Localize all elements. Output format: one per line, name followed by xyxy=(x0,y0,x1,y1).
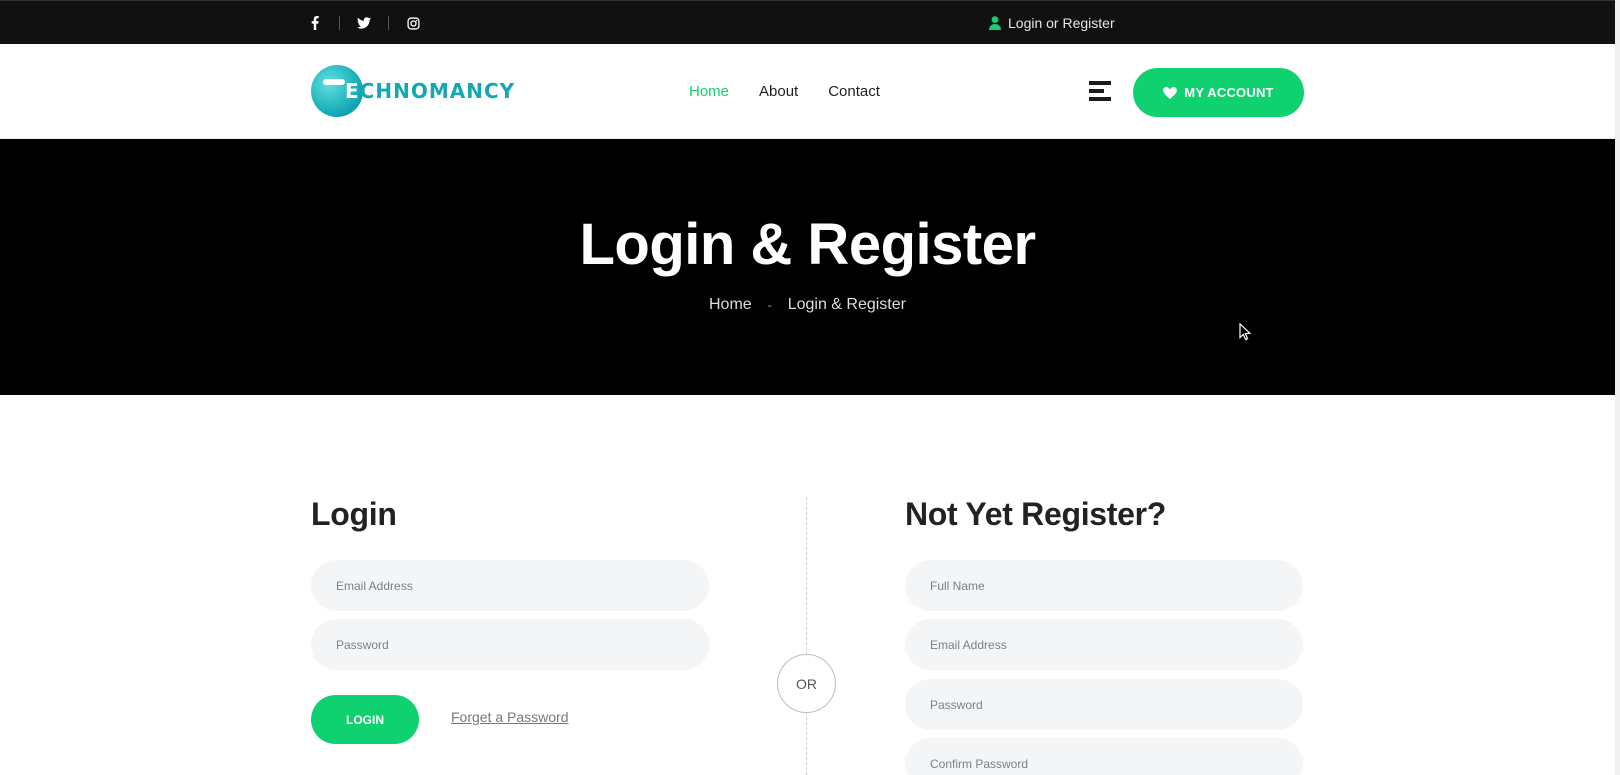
forgot-password-link[interactable]: Forget a Password xyxy=(451,709,569,725)
nav-contact[interactable]: Contact xyxy=(828,83,880,100)
page-hero: Login & Register Home - Login & Register xyxy=(0,139,1615,395)
logo[interactable]: ECHNOMANCY xyxy=(311,65,514,117)
menu-icon[interactable] xyxy=(1089,81,1111,101)
login-password-input[interactable] xyxy=(311,619,709,670)
breadcrumb-current: Login & Register xyxy=(787,296,906,313)
register-email-input[interactable] xyxy=(905,619,1303,670)
nav-home[interactable]: Home xyxy=(689,83,729,100)
facebook-icon[interactable] xyxy=(308,16,322,30)
register-password-input[interactable] xyxy=(905,679,1303,730)
column-divider xyxy=(806,497,807,775)
register-title: Not Yet Register? xyxy=(905,496,1167,532)
logo-text: ECHNOMANCY xyxy=(345,79,516,103)
social-separator xyxy=(339,16,340,30)
twitter-icon[interactable] xyxy=(357,16,371,30)
page-title: Login & Register xyxy=(579,212,1036,277)
login-register-link[interactable]: Login or Register xyxy=(989,1,1115,45)
login-title: Login xyxy=(311,496,397,532)
social-separator xyxy=(388,16,389,30)
breadcrumb-home[interactable]: Home xyxy=(709,296,752,314)
top-bar: Login or Register xyxy=(0,0,1615,44)
register-fullname-input[interactable] xyxy=(905,560,1303,611)
page: Login or Register ECHNOMANCY Home About … xyxy=(0,0,1620,775)
heart-icon xyxy=(1163,86,1178,99)
or-badge: OR xyxy=(777,654,836,713)
login-register-label: Login or Register xyxy=(1008,15,1115,31)
nav-about[interactable]: About xyxy=(759,83,798,100)
breadcrumb: Home - Login & Register xyxy=(0,296,1615,314)
user-icon xyxy=(989,16,1001,30)
instagram-icon[interactable] xyxy=(406,16,420,30)
mouse-cursor-icon xyxy=(1239,323,1252,341)
main-header: ECHNOMANCY Home About Contact MY ACCOUNT xyxy=(0,44,1615,139)
social-links xyxy=(308,1,420,45)
scrollbar[interactable] xyxy=(1615,0,1620,775)
my-account-button[interactable]: MY ACCOUNT xyxy=(1133,68,1304,117)
register-confirm-password-input[interactable] xyxy=(905,738,1303,775)
login-email-input[interactable] xyxy=(311,560,709,611)
main-nav: Home About Contact xyxy=(689,44,910,139)
breadcrumb-separator: - xyxy=(767,298,772,312)
my-account-label: MY ACCOUNT xyxy=(1184,85,1274,100)
login-button[interactable]: LOGIN xyxy=(311,695,419,744)
